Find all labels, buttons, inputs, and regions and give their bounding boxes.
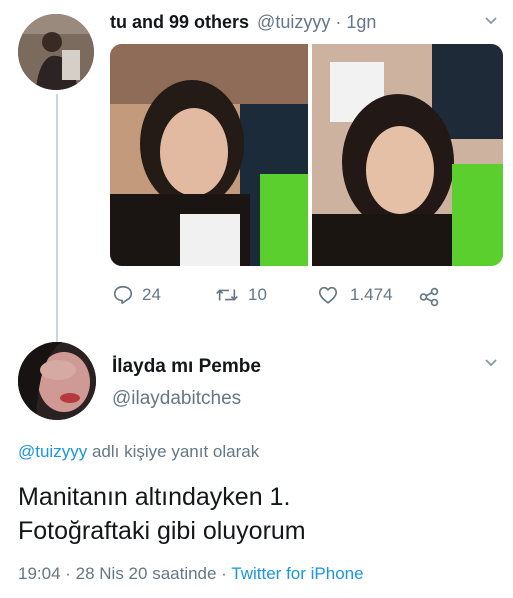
reply-display-name[interactable]: İlayda mı Pembe <box>112 356 261 378</box>
tweet-meta: 19:04 · 28 Nis 20 saatinde · Twitter for… <box>18 564 364 584</box>
replying-to-label: adlı kişiye yanıt olarak <box>91 442 260 461</box>
tweet-text-line-2: Fotoğraftaki gibi oluyorum <box>18 517 306 545</box>
parent-tweet-header: tu and 99 others @tuizyyy · 1gn <box>110 12 376 33</box>
media-photo-1[interactable] <box>110 44 308 266</box>
thread-line <box>56 94 58 344</box>
reply-icon <box>113 285 133 305</box>
like-icon <box>318 286 338 304</box>
media-photo-2[interactable] <box>312 44 503 266</box>
reply-count: 24 <box>142 285 161 304</box>
reply-handle[interactable]: @ilaydabitches <box>112 388 241 410</box>
parent-handle[interactable]: @tuizyyy <box>257 12 330 32</box>
replying-to-handle[interactable]: @tuizyyy <box>18 442 87 461</box>
chevron-down-icon[interactable] <box>484 14 498 33</box>
share-icon <box>419 287 439 307</box>
like-count: 1.474 <box>350 285 393 304</box>
retweet-icon <box>216 289 238 301</box>
share-action[interactable] <box>418 286 440 313</box>
replying-to: @tuizyyy adlı kişiye yanıt olarak <box>18 442 259 462</box>
like-action[interactable]: 1.474 <box>316 284 393 306</box>
reply-avatar[interactable] <box>18 342 96 420</box>
retweet-count: 10 <box>248 285 267 304</box>
tweet-text: Manitanın altındayken 1. Fotoğraftaki gi… <box>18 480 306 548</box>
tweet-text-line-1: Manitanın altındayken 1. <box>18 483 291 511</box>
parent-time[interactable]: 1gn <box>346 12 376 32</box>
tweet-timestamp[interactable]: 19:04 · 28 Nis 20 saatinde · <box>18 564 227 583</box>
chevron-down-icon[interactable] <box>484 356 498 375</box>
tweet-source[interactable]: Twitter for iPhone <box>231 564 363 583</box>
reply-action[interactable]: 24 <box>112 284 161 306</box>
parent-display-name[interactable]: tu and 99 others <box>110 12 249 32</box>
parent-avatar[interactable] <box>18 14 94 90</box>
retweet-action[interactable]: 10 <box>214 284 267 306</box>
time-separator: · <box>335 12 342 32</box>
